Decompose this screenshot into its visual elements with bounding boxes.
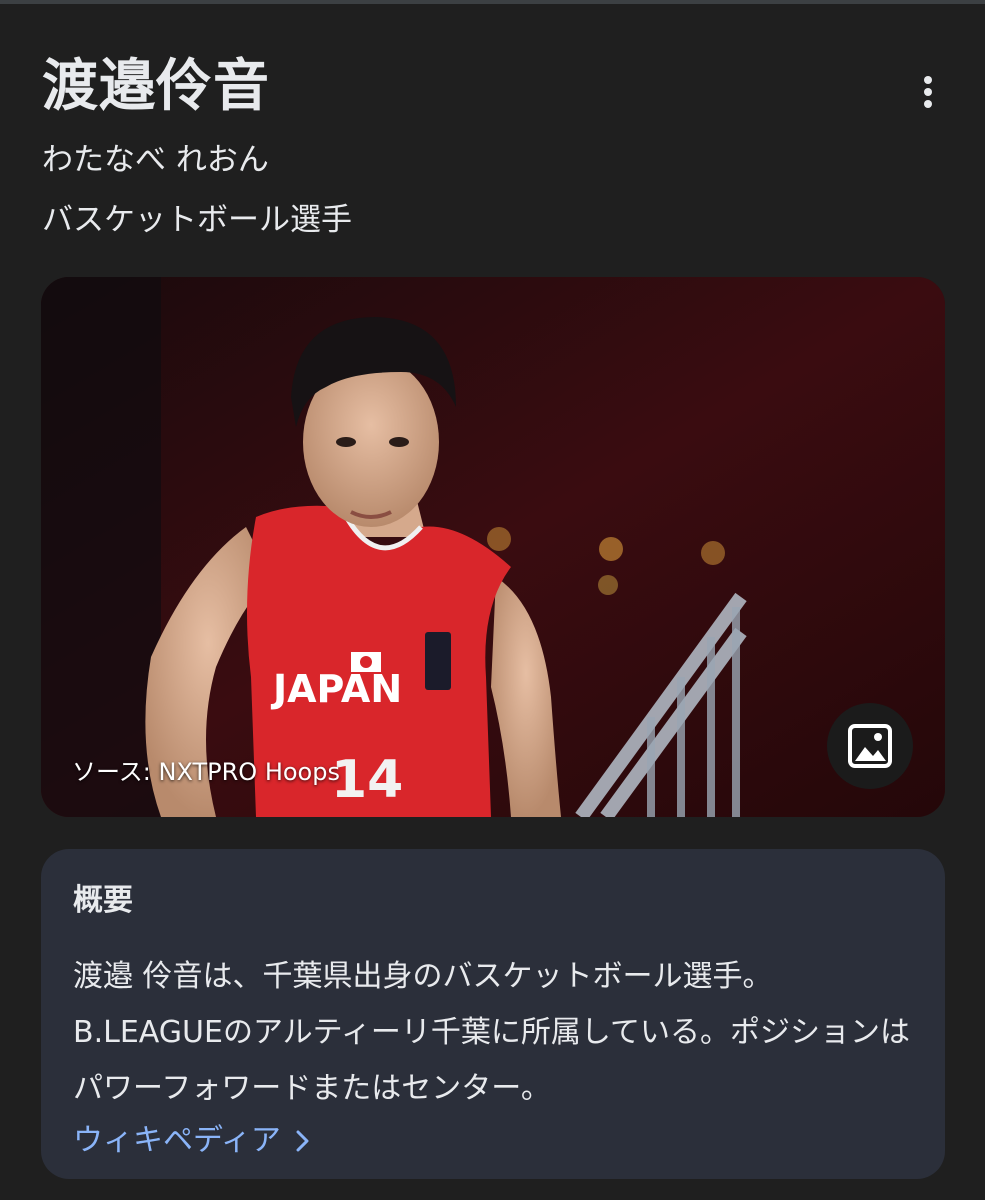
chevron-right-icon xyxy=(296,1130,309,1152)
divider xyxy=(0,0,985,4)
knowledge-panel: 渡邉伶音 わたなべ れおん バスケットボール選手 JAPAN 14 ソース: N… xyxy=(0,0,985,1200)
entity-occupation: バスケットボール選手 xyxy=(42,202,352,238)
more-vert-icon xyxy=(924,76,932,108)
image-source-caption: ソース: NXTPRO Hoops xyxy=(72,758,340,786)
jersey-number: 14 xyxy=(331,750,403,810)
wikipedia-link[interactable]: ウィキペディア xyxy=(73,1119,311,1163)
summary-text: 渡邉 伶音は、千葉県出身のバスケットボール選手。B.LEAGUEのアルティーリ千… xyxy=(73,959,910,1106)
view-images-button[interactable] xyxy=(827,703,913,789)
jersey-text: JAPAN xyxy=(270,667,402,711)
player-photo: JAPAN 14 xyxy=(41,277,945,817)
image-icon xyxy=(848,724,892,768)
entity-title: 渡邉伶音 xyxy=(42,54,270,119)
summary-heading: 概要 xyxy=(73,883,133,918)
wikipedia-link-label: ウィキペディア xyxy=(73,1123,281,1158)
name-reading: わたなべ れおん xyxy=(42,142,269,178)
summary-card: 概要 渡邉 伶音は、千葉県出身のバスケットボール選手。B.LEAGUEのアルティ… xyxy=(41,849,945,1179)
entity-image[interactable]: JAPAN 14 ソース: NXTPRO Hoops xyxy=(41,277,945,817)
more-options-button[interactable] xyxy=(906,70,950,114)
